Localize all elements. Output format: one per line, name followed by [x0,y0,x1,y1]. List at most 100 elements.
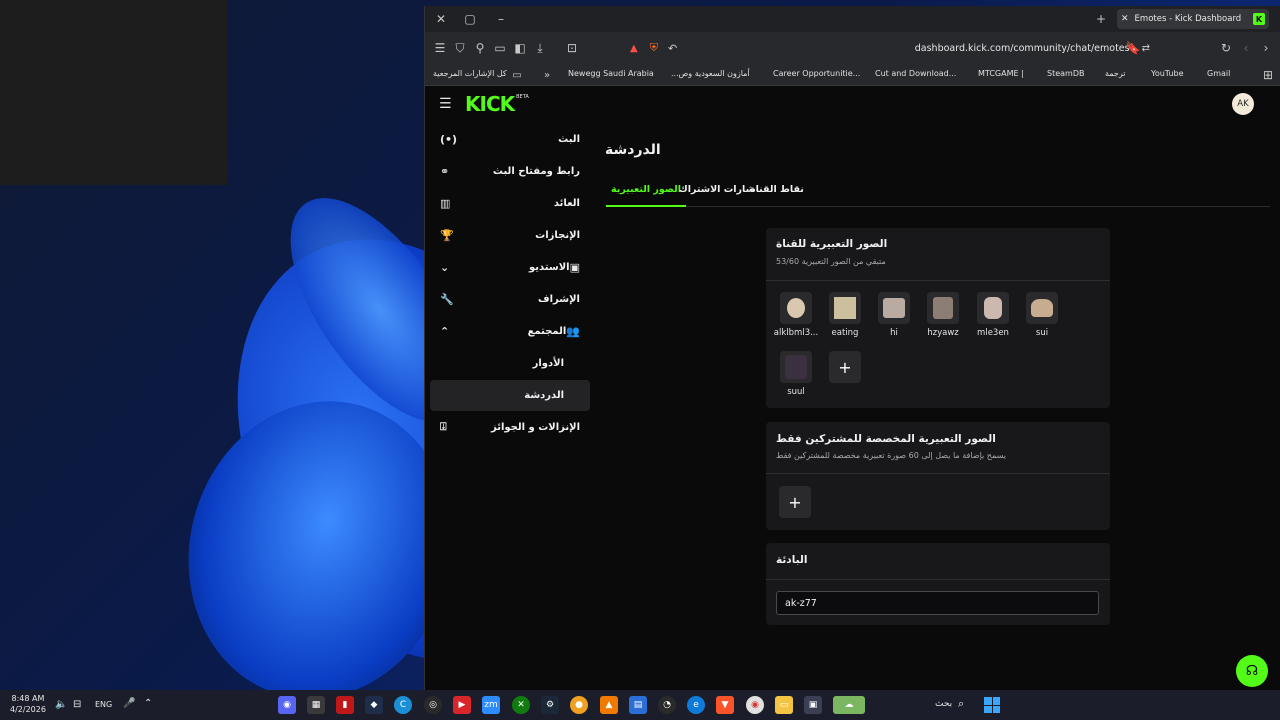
background-window [0,0,228,185]
widgets-icon[interactable]: ☁ [833,696,865,714]
bookmark-translate[interactable]: ترجمة [1105,69,1126,78]
emote-item[interactable]: mle3en [969,292,1017,338]
steam-icon[interactable]: ⚙ [541,696,559,714]
bookmark-steamdb[interactable]: SteamDB [1047,69,1084,78]
chevron-more-icon[interactable]: » [539,67,555,83]
sidebar-item-roles[interactable]: الأدوار [430,348,590,378]
app-icon[interactable]: ▮ [336,696,354,714]
reload-prev-icon[interactable]: ↶ [668,42,677,55]
back-icon[interactable]: ‹ [1238,40,1254,56]
app-icon[interactable]: ◆ [365,696,383,714]
forward-icon[interactable]: › [1258,40,1274,56]
chrome-icon[interactable]: ◉ [746,696,764,714]
minimize-icon[interactable]: – [493,11,509,27]
emote-image [829,292,861,324]
bookmark-newegg[interactable]: Newegg Saudi Arabia [568,69,654,78]
bookmark-career[interactable]: Career Opportunitie... [773,69,860,78]
add-emote-button[interactable]: + [829,351,861,383]
store-icon[interactable]: ▤ [629,696,647,714]
search-icon[interactable]: ⌕ [958,697,964,711]
windows-start-icon[interactable] [984,697,1000,713]
app-icon[interactable]: ▶ [453,696,471,714]
sidebar-item-chat[interactable]: الدردشة [430,380,590,411]
hamburger-icon[interactable]: ☰ [439,96,452,112]
emote-item[interactable]: sui [1018,292,1066,338]
clock[interactable]: 8:48 AM 4/2/2026 [10,693,46,715]
emote-item[interactable]: eating [821,292,869,338]
bookmark-amazon[interactable]: أمازون السعودية وص... [671,69,750,78]
address-bar[interactable]: ▲ ⛨ ↶ dashboard.kick.com/community/chat/… [630,36,1150,60]
emote-name: eating [831,328,859,338]
refresh-icon[interactable]: ↻ [1218,40,1234,56]
emote-name: suul [787,387,805,397]
tab-close-icon[interactable]: ✕ [1121,14,1129,24]
app-icon[interactable]: ▦ [307,696,325,714]
bookmark-icon[interactable]: 🔖 [1125,40,1141,56]
tab-emotes[interactable]: ✕ Emotes - Kick Dashboard K [1117,9,1269,29]
close-window-icon[interactable]: ✕ [433,11,449,27]
tabs-icon[interactable]: ▭ [492,40,508,56]
support-chat-button[interactable]: ☊ [1236,655,1268,687]
kick-logo[interactable]: KICK BETA [465,92,529,116]
file-explorer-icon[interactable]: ▭ [775,696,793,714]
folder-icon: ▭ [512,69,522,81]
sidebar-item-moderation[interactable]: الإشراف 🔧 [430,284,590,314]
sidebar-item-drops[interactable]: الإنزالات و الجوائز ⍗ [430,412,590,442]
tab-title: Emotes - Kick Dashboard [1134,14,1242,24]
add-sub-emote-button[interactable]: + [779,486,811,518]
sidebar-item-revenue[interactable]: العائد ▥ [430,188,590,218]
app-icon[interactable]: C [394,696,412,714]
vlc-icon[interactable]: ▲ [600,696,618,714]
zoom-icon[interactable]: zm [482,696,500,714]
emote-item[interactable]: suul [772,351,820,397]
tab-emotes[interactable]: الصور التعبيرية [606,184,686,207]
shield-icon[interactable]: ⛉ [452,40,468,56]
url-text[interactable]: dashboard.kick.com/community/chat/emotes [915,43,1130,54]
language-indicator[interactable]: ENG [95,700,112,709]
sidebar-icon[interactable]: ◧ [512,40,528,56]
sidebar-item-studio[interactable]: ▣ الاستديو ⌄ [430,252,590,282]
screenshot-icon[interactable]: ⊡ [564,40,580,56]
download-icon[interactable]: ⤓ [532,40,548,56]
sidebar-item-stream[interactable]: البث (•) [430,124,590,154]
tab-channel-points[interactable]: نقاط القناة [750,184,804,195]
sidebar-item-achievements[interactable]: الإنجازات 🏆 [430,220,590,250]
microphone-icon[interactable]: 🎤 [123,698,135,709]
menu-icon[interactable]: ☰ [432,40,448,56]
app-icon[interactable]: ◔ [658,696,676,714]
emote-item[interactable]: hzyawz [919,292,967,338]
edge-icon[interactable]: e [687,696,705,714]
maximize-icon[interactable]: ▢ [462,11,478,27]
emote-name: hzyawz [927,328,959,338]
tray-chevron-icon[interactable]: ⌃ [144,698,152,709]
bookmark-all[interactable]: كل الإشارات المرجعية [433,69,507,78]
brave-rewards-icon[interactable]: ▲ [630,43,638,54]
share-icon[interactable]: ⇄ [1142,43,1150,54]
tab-sub-badges[interactable]: شارات الاشتراك [679,184,755,195]
brave-shield-icon[interactable]: ⛨ [650,41,658,55]
avatar[interactable]: AK [1232,93,1254,115]
sidebar-item-stream-key[interactable]: رابط ومفتاح البث ⚭ [430,156,590,186]
pin-icon[interactable]: ⚲ [472,40,488,56]
emote-item[interactable]: alklbml3... [772,292,820,338]
bookmark-youtube[interactable]: YouTube [1151,69,1184,78]
sidebar-item-community[interactable]: 👥 المجتمع ⌃ [430,316,590,346]
bookmarks-bar: كل الإشارات المرجعية ▭ » Newegg Saudi Ar… [425,64,1280,86]
app-icon[interactable]: ▣ [804,696,822,714]
bookmark-mtcgame[interactable]: MTCGAME | [978,69,1024,78]
new-tab-icon[interactable]: + [1093,11,1109,27]
discord-icon[interactable]: ◉ [278,696,296,714]
brave-icon[interactable]: ▼ [716,696,734,714]
search-label[interactable]: بحث [935,699,952,709]
apps-grid-icon[interactable]: ⊞ [1260,67,1276,83]
obs-icon[interactable]: ◎ [424,696,442,714]
bookmark-gmail[interactable]: Gmail [1207,69,1230,78]
app-icon[interactable]: ● [570,696,588,714]
bookmark-cut[interactable]: Cut and Download... [875,69,956,78]
xbox-icon[interactable]: ✕ [512,696,530,714]
speaker-icon[interactable]: 🔈 [55,699,67,710]
emote-item[interactable]: hi [870,292,918,338]
prefix-input[interactable] [776,591,1099,615]
network-icon[interactable]: ⊟ [73,699,81,710]
sidebar-label: البث [558,133,580,145]
